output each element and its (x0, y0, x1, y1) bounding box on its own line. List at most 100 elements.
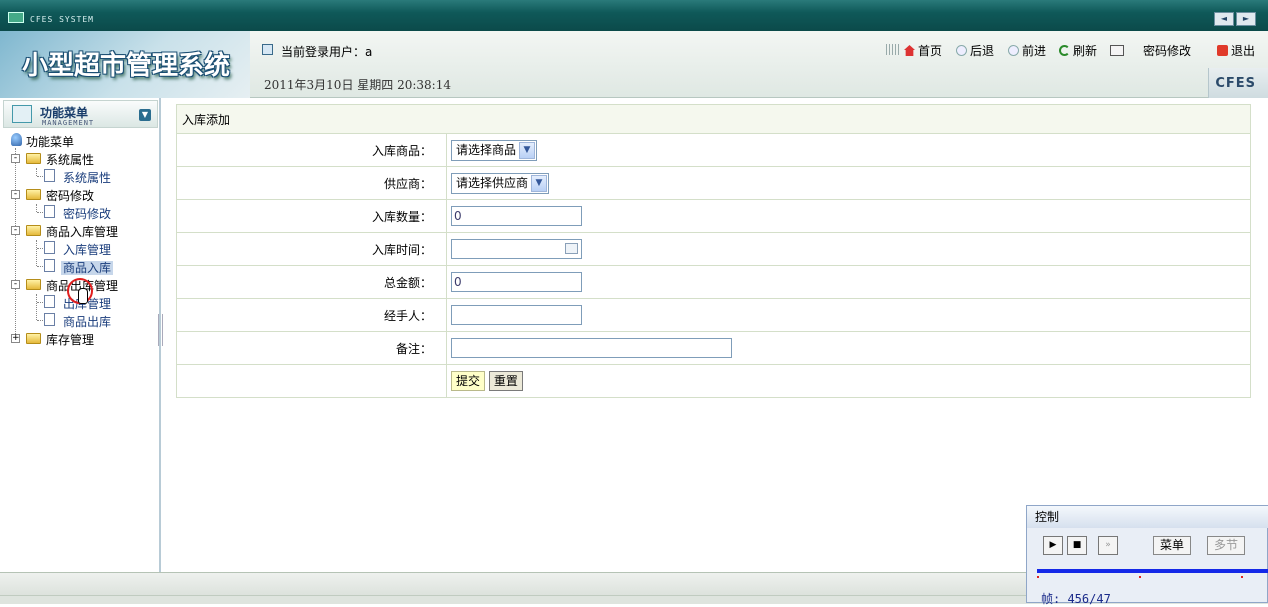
document-icon (44, 241, 55, 254)
progress-ticks (1037, 576, 1268, 578)
sidebar-header: 功能菜单 MANAGEMENT ▼ (3, 100, 158, 128)
quantity-label: 入库数量： (176, 199, 447, 233)
hand-cursor-icon (78, 288, 88, 304)
document-icon (44, 295, 55, 308)
play-icon[interactable]: ▶ (1043, 536, 1063, 555)
document-icon (44, 259, 55, 272)
tree-line (36, 168, 37, 176)
logout-link[interactable]: 退出 (1217, 42, 1255, 59)
tree-line (37, 176, 43, 177)
expand-toggle-icon[interactable]: - (11, 190, 20, 199)
tree-line (36, 294, 37, 320)
document-icon (44, 169, 55, 182)
submit-button[interactable]: 提交 (451, 371, 486, 391)
remark-label: 备注： (176, 331, 447, 365)
document-icon (44, 205, 55, 218)
time-input[interactable] (451, 239, 582, 259)
edit-icon (1110, 45, 1124, 56)
chevron-down-icon: ▼ (531, 174, 547, 192)
menu-button[interactable]: 菜单 (1153, 536, 1192, 555)
tree-line (37, 248, 43, 249)
tree-line (36, 204, 37, 212)
folder-icon (26, 153, 41, 164)
calendar-icon[interactable] (565, 243, 578, 254)
refresh-link[interactable]: 刷新 (1059, 42, 1097, 59)
stop-icon[interactable]: ■ (1067, 536, 1087, 555)
back-link[interactable]: 后退 (956, 42, 994, 59)
folder-icon (26, 225, 41, 236)
playback-progress-track[interactable] (1037, 569, 1268, 573)
forward-link[interactable]: 前进 (1008, 42, 1046, 59)
tree-line (36, 240, 37, 266)
tree-line (37, 212, 43, 213)
refresh-icon (1059, 45, 1070, 56)
window-title-bar: CFES SYSTEM ◄ ► (0, 0, 1268, 31)
chevron-down-icon: ▼ (519, 141, 535, 159)
tree-line (15, 148, 16, 340)
fast-forward-icon[interactable]: » (1098, 536, 1118, 555)
window-title: CFES SYSTEM (30, 15, 94, 24)
tree-group-password[interactable]: 密码修改 (46, 187, 94, 204)
expand-toggle-icon[interactable]: - (11, 280, 20, 289)
change-password-link[interactable]: 密码修改 (1110, 42, 1191, 59)
handler-input[interactable] (451, 305, 582, 325)
expand-toggle-icon[interactable]: + (11, 334, 20, 343)
tree-line (37, 320, 43, 321)
product-label: 入库商品： (176, 133, 447, 167)
stock-in-form: 入库添加 入库商品： 请选择商品 ▼ 供应商： 请选择供应商 ▼ 入库数量： 0 入… (176, 104, 1251, 398)
folder-icon (26, 279, 41, 290)
reset-button[interactable]: 重置 (488, 371, 523, 391)
sidebar: 功能菜单 MANAGEMENT ▼ 功能菜单 - 系统属性 系统属性 - 密码修… (0, 98, 161, 572)
home-link[interactable]: 首页 (904, 42, 942, 59)
toolbar-separator (886, 44, 900, 55)
expand-toggle-icon[interactable]: - (11, 226, 20, 235)
total-label: 总金额： (176, 265, 447, 299)
handler-label: 经手人： (176, 298, 447, 332)
tree-item-product-stock-out[interactable]: 商品出库 (63, 313, 111, 330)
document-icon (44, 313, 55, 326)
expand-toggle-icon[interactable]: - (11, 154, 20, 163)
total-amount-input[interactable]: 0 (451, 272, 582, 292)
tree-group-inventory[interactable]: 库存管理 (46, 331, 94, 348)
app-icon (8, 12, 24, 23)
supplier-label: 供应商： (176, 166, 447, 200)
supplier-select[interactable]: 请选择供应商 ▼ (451, 172, 549, 194)
folder-icon (26, 189, 41, 200)
tree-group-stock-in[interactable]: 商品入库管理 (46, 223, 118, 240)
product-select[interactable]: 请选择商品 ▼ (451, 139, 537, 161)
frame-counter: 帧: 456/47 (1041, 592, 1111, 606)
tree-item-change-password[interactable]: 密码修改 (63, 205, 111, 222)
time-label: 入库时间： (176, 232, 447, 266)
control-title: 控制 (1027, 506, 1268, 528)
actions-spacer (176, 364, 447, 398)
tree-item-system-attrs[interactable]: 系统属性 (63, 169, 111, 186)
sidebar-splitter[interactable] (158, 314, 163, 346)
remark-input[interactable] (451, 338, 732, 358)
home-icon (904, 45, 915, 56)
sidebar-subtitle: MANAGEMENT (42, 119, 95, 127)
playback-control-window: 控制 ▶ ■ » 菜单 多节 帧: 456/47 (1026, 505, 1268, 606)
collapse-icon[interactable]: ▼ (139, 109, 151, 121)
current-user: 当前登录用户：a (281, 45, 373, 59)
logo-banner: 小型超市管理系统 (0, 31, 250, 98)
window-next-button[interactable]: ► (1236, 12, 1256, 26)
tree-item-product-stock-in[interactable]: 商品入库 (61, 259, 114, 276)
multi-section-button[interactable]: 多节 (1207, 536, 1246, 555)
page-header: 小型超市管理系统 当前登录用户：a 2011年3月10日 星期四 20:38:1… (0, 31, 1268, 98)
tree-group-system[interactable]: 系统属性 (46, 151, 94, 168)
brand-label: CFES (1215, 76, 1256, 91)
computer-icon (11, 133, 22, 146)
current-datetime: 2011年3月10日 星期四 20:38:14 (264, 78, 451, 92)
form-caption: 入库添加 (176, 104, 1251, 134)
quantity-input[interactable]: 0 (451, 206, 582, 226)
user-icon (262, 44, 273, 55)
window-prev-button[interactable]: ◄ (1214, 12, 1234, 26)
tree-line (37, 302, 43, 303)
tree-item-stock-in-manage[interactable]: 入库管理 (63, 241, 111, 258)
tree-root[interactable]: 功能菜单 (11, 133, 74, 150)
folder-icon (26, 333, 41, 344)
system-title: 小型超市管理系统 (22, 51, 231, 81)
menu-icon (12, 105, 32, 123)
logout-icon (1217, 45, 1228, 56)
tree-line (37, 266, 43, 267)
